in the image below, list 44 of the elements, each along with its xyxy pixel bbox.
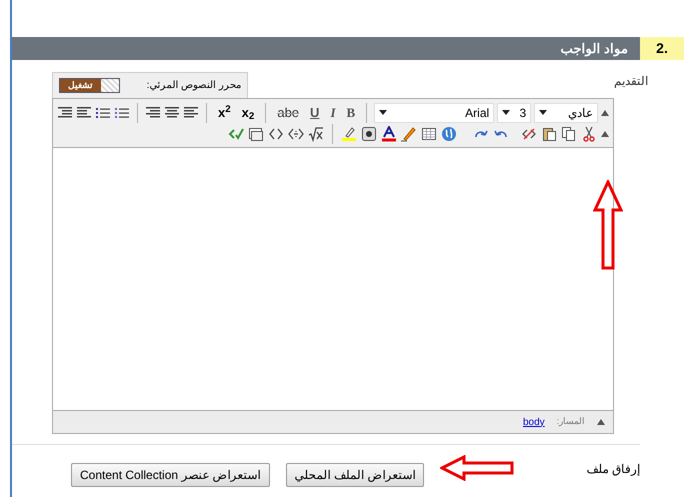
path-label: المسار: <box>556 415 586 428</box>
collapse-icon[interactable] <box>601 131 610 137</box>
underline-button[interactable]: U <box>306 106 324 119</box>
browse-button[interactable]: استعراض الملف المحلي <box>286 463 424 487</box>
attach-label: إرفاق ملف <box>586 461 640 478</box>
globe-icon[interactable] <box>441 126 458 142</box>
sup-button[interactable]: x$^{2}$ <box>214 106 235 119</box>
collapse-icon[interactable] <box>597 419 606 425</box>
unlink-icon[interactable] <box>521 126 538 142</box>
code-icon[interactable] <box>268 126 284 142</box>
font-color-icon[interactable] <box>381 126 398 142</box>
div-icon[interactable] <box>288 126 304 142</box>
dropdown-icon <box>379 110 388 115</box>
section-number: 2. <box>640 37 684 60</box>
media-icon[interactable] <box>361 126 378 142</box>
section-title: مواد الواجب <box>560 40 628 58</box>
size-select[interactable]: 3 <box>497 102 532 122</box>
indent-icon[interactable] <box>76 104 92 120</box>
align-left-icon[interactable] <box>183 104 199 120</box>
highlighter-icon[interactable] <box>341 126 358 142</box>
align-center-icon[interactable] <box>164 104 180 120</box>
font-select[interactable]: Arial <box>374 102 494 122</box>
editor-mode-label: محرر النصوص المرئي: <box>146 79 241 93</box>
table-icon[interactable] <box>421 126 438 142</box>
copy-icon[interactable] <box>561 126 578 142</box>
dropdown-icon <box>502 110 510 115</box>
sub-button[interactable]: x$_{2}$ <box>238 106 258 119</box>
bold-button[interactable]: B <box>342 106 360 119</box>
cut-icon[interactable] <box>581 126 598 142</box>
paste-icon[interactable] <box>541 126 558 142</box>
browse-button[interactable]: استعراض عنصر Content Collection <box>71 463 270 487</box>
equation-icon[interactable] <box>308 126 324 142</box>
dropdown-icon <box>539 110 548 115</box>
intro-label: التقديم <box>614 73 648 90</box>
italic-button[interactable]: I <box>326 106 340 119</box>
spellcheck-icon[interactable] <box>228 126 244 142</box>
pencil-icon[interactable] <box>401 126 418 142</box>
format-select[interactable]: عادي <box>534 102 598 122</box>
align-right-icon[interactable] <box>145 104 161 120</box>
outdent-icon[interactable] <box>57 104 73 120</box>
window-icon[interactable] <box>248 126 264 142</box>
collapse-icon[interactable] <box>601 110 610 116</box>
editor-toggle[interactable]: تشغيل <box>59 78 120 93</box>
path-link[interactable]: body <box>522 414 545 430</box>
